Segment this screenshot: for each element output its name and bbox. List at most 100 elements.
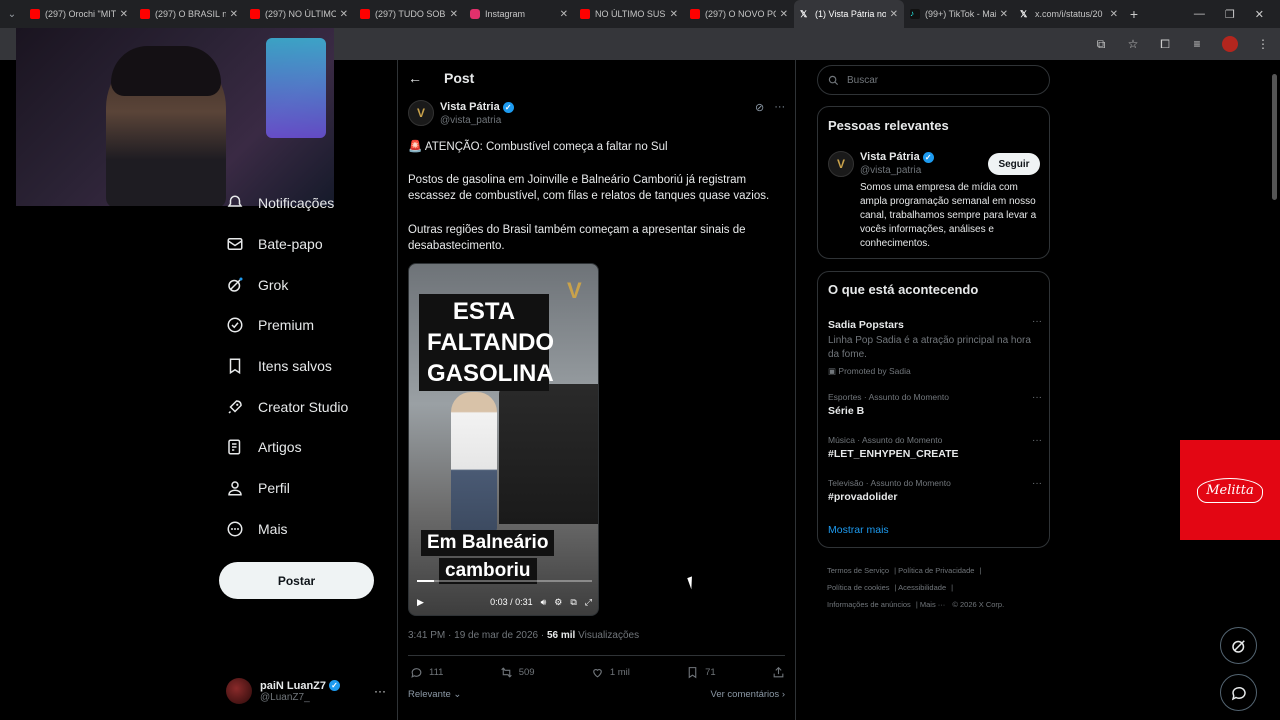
grok-icon[interactable]: ⊘ [755, 101, 764, 114]
reply-button[interactable]: 111 [410, 666, 443, 679]
view-comments-link[interactable]: Ver comentários › [711, 689, 785, 700]
browser-tab[interactable]: (297) O NOVO PC ✕ [684, 0, 794, 28]
bookmark-star-icon[interactable]: ☆ [1126, 37, 1140, 51]
footer-link[interactable]: Acessibilidade [898, 583, 946, 592]
nav-creator-studio[interactable]: Creator Studio [226, 398, 348, 416]
play-icon[interactable]: ▶ [417, 597, 424, 608]
footer-link[interactable]: Informações de anúncios [827, 600, 911, 609]
footer-link[interactable]: Mais ··· [920, 600, 945, 609]
advertisement-overlay[interactable]: Melitta [1180, 440, 1280, 540]
more-dots-icon[interactable]: ··· [1032, 478, 1042, 489]
pip-icon[interactable]: ⧉ [570, 597, 576, 608]
video-progress-fill [417, 580, 434, 582]
browser-tab[interactable]: ♪ (99+) TikTok - Mai ✕ [904, 0, 1014, 28]
more-dots-icon[interactable]: ··· [1032, 435, 1042, 446]
browser-tab[interactable]: (297) TUDO SOBR ✕ [354, 0, 464, 28]
menu-dots-icon[interactable]: ⋮ [1256, 37, 1270, 51]
browser-tab-active[interactable]: 𝕏 (1) Vista Pátria no ✕ [794, 0, 904, 28]
nav-notifications[interactable]: Notificações [226, 194, 334, 212]
browser-tab[interactable]: (297) O BRASIL n ✕ [134, 0, 244, 28]
page-scrollbar[interactable] [1270, 62, 1278, 720]
follow-button[interactable]: Seguir [988, 153, 1040, 175]
close-window-icon[interactable]: ✕ [1255, 8, 1264, 21]
video-player[interactable]: V ESTA FALTANDO GASOLINA Em Balneário ca… [408, 263, 599, 616]
column-divider [397, 60, 398, 720]
scrollbar-thumb[interactable] [1272, 74, 1277, 200]
post-button[interactable]: Postar [219, 562, 374, 599]
person-name[interactable]: Vista Pátria ✓ [860, 151, 934, 163]
close-icon[interactable]: ✕ [780, 9, 788, 20]
nav-more[interactable]: Mais [226, 520, 288, 538]
mouse-cursor-icon [687, 574, 701, 590]
close-icon[interactable]: ✕ [120, 9, 128, 20]
footer-link[interactable]: Termos de Serviço [827, 566, 889, 575]
repost-button[interactable]: 509 [500, 666, 535, 679]
close-icon[interactable]: ✕ [340, 9, 348, 20]
trend-item[interactable]: Televisão · Assunto do Momento #provadol… [828, 478, 1042, 503]
restore-icon[interactable]: ❐ [1225, 8, 1235, 21]
author-name[interactable]: Vista Pátria ✓ [440, 101, 514, 113]
streamer-hair [111, 46, 221, 96]
more-dots-icon[interactable]: ··· [374, 684, 386, 698]
author-handle[interactable]: @vista_patria [440, 115, 501, 126]
nav-grok[interactable]: Grok [226, 276, 288, 294]
browser-tab[interactable]: (297) Orochi "MIT ✕ [24, 0, 134, 28]
browser-tab[interactable]: NO ÚLTIMO SUSP ✕ [574, 0, 684, 28]
show-more-link[interactable]: Mostrar mais [828, 524, 889, 536]
nav-premium[interactable]: Premium [226, 316, 314, 334]
close-icon[interactable]: ✕ [670, 9, 678, 20]
messages-floating-button[interactable] [1220, 674, 1257, 711]
tiktok-icon: ♪ [910, 9, 920, 19]
close-icon[interactable]: ✕ [1000, 9, 1008, 20]
reply-icon [411, 668, 422, 678]
video-progress-bar[interactable] [417, 580, 592, 582]
more-dots-icon[interactable]: ··· [774, 101, 785, 114]
fullscreen-icon[interactable]: ⤢ [585, 597, 592, 608]
more-dots-icon[interactable]: ··· [1032, 392, 1042, 403]
media-control-icon[interactable]: ≡ [1190, 37, 1204, 51]
close-icon[interactable]: ✕ [450, 9, 458, 20]
share-button[interactable] [772, 666, 785, 679]
profile-avatar[interactable] [1222, 36, 1238, 52]
install-icon[interactable]: ⧉ [1094, 37, 1108, 51]
footer-link[interactable]: Política de cookies [827, 583, 890, 592]
nav-chat[interactable]: Bate-papo [226, 235, 323, 253]
nav-saved[interactable]: Itens salvos [226, 357, 332, 375]
trend-item[interactable]: Sadia Popstars Linha Pop Sadia é a atraç… [828, 316, 1042, 377]
chat-bubble-icon [1231, 686, 1246, 700]
browser-tab[interactable]: 𝕏x.com/i/status/20 ✕ [1014, 0, 1124, 28]
extensions-icon[interactable]: ⧠ [1158, 37, 1172, 51]
bookmark-icon [688, 667, 697, 679]
volume-icon[interactable]: 🔊︎ [541, 597, 547, 608]
search-input[interactable]: Buscar [817, 65, 1050, 95]
instagram-icon [470, 9, 480, 19]
browser-tab[interactable]: (297) NO ÚLTIMO ✕ [244, 0, 354, 28]
trend-item[interactable]: Esportes · Assunto do Momento Série B ··… [828, 392, 1042, 417]
grok-floating-button[interactable] [1220, 627, 1257, 664]
like-button[interactable]: 1 mil [591, 666, 630, 679]
nav-profile[interactable]: Perfil [226, 479, 290, 497]
post-paragraph: Outras regiões do Brasil também começam … [408, 224, 746, 252]
avatar[interactable]: V [828, 151, 854, 177]
close-icon[interactable]: ✕ [1110, 9, 1118, 20]
trend-item[interactable]: Música · Assunto do Momento #LET_ENHYPEN… [828, 435, 1042, 460]
close-icon[interactable]: ✕ [230, 9, 238, 20]
brand-logo-icon: V [567, 278, 582, 303]
author-avatar[interactable]: V [408, 100, 434, 126]
sort-dropdown[interactable]: Relevante ⌄ [408, 689, 461, 700]
settings-icon[interactable]: ⚙︎ [554, 597, 562, 608]
account-switcher[interactable]: paiN LuanZ7 ✓ @LuanZ7_ ··· [226, 673, 386, 709]
browser-tab[interactable]: Instagram ✕ [464, 0, 574, 28]
nav-articles[interactable]: Artigos [226, 438, 302, 456]
bell-icon [227, 195, 243, 207]
footer-link[interactable]: Política de Privacidade [898, 566, 974, 575]
more-dots-icon[interactable]: ··· [1032, 316, 1042, 327]
new-tab-button[interactable]: + [1124, 6, 1144, 22]
minimize-icon[interactable]: — [1194, 8, 1205, 21]
youtube-icon [360, 9, 370, 19]
tab-search-button[interactable]: ⌄ [0, 0, 24, 28]
close-icon[interactable]: ✕ [560, 9, 568, 20]
close-icon[interactable]: ✕ [890, 9, 898, 20]
bookmark-button[interactable]: 71 [686, 666, 716, 679]
back-arrow-icon[interactable]: ← [408, 70, 422, 86]
